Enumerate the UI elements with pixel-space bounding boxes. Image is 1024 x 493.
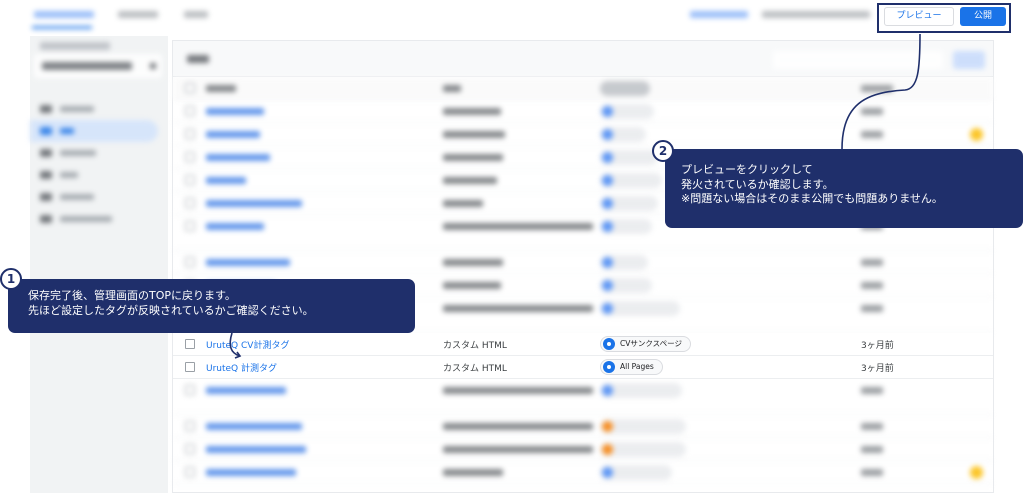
star-icon[interactable] [970,466,983,479]
preview-button[interactable]: プレビュー [884,7,954,26]
table-row[interactable] [173,415,993,438]
tag-type: カスタム HTML [443,341,507,351]
tag-name-link[interactable]: UruteQ CV計測タグ [206,338,289,351]
select-all-checkbox[interactable] [185,83,195,93]
workspace-label [40,42,110,50]
sidebar-item-templates[interactable] [30,208,158,230]
sidebar-item-triggers[interactable] [30,142,158,164]
trigger-icon [40,149,52,157]
table-row[interactable] [173,251,993,274]
sidebar-item-overview[interactable] [30,98,158,120]
last-edited: 3ヶ月前 [861,364,894,374]
card-title [187,55,209,63]
eye-icon [603,361,615,373]
row-checkbox[interactable] [185,339,195,349]
table-header-row [173,77,993,100]
callout-1-line-1: 保存完了後、管理画面のTOPに戻ります。 [28,289,236,302]
table-row[interactable] [173,379,993,415]
table-row[interactable] [173,461,993,484]
publish-button[interactable]: 公開 [960,7,1006,26]
row-checkbox[interactable] [185,362,195,372]
sidebar [30,36,168,493]
overview-icon [40,105,52,113]
callout-2-line-2: 発火されているか確認します。 [681,177,834,191]
trigger-chip[interactable]: All Pages [600,359,663,375]
table-row[interactable]: UruteQ 計測タグ カスタム HTML All Pages 3ヶ月前 [173,356,993,379]
callout-2-line-3: ※問題ない場合はそのまま公開でも問題ありません。 [681,192,943,205]
card-header [173,41,993,77]
table-row[interactable] [173,100,993,123]
trigger-chip[interactable]: CVサンクスページ [600,336,691,352]
star-icon[interactable] [970,128,983,141]
sidebar-item-variables[interactable] [30,164,158,186]
callout-1-line-2: 先ほど設定したタグが反映されているかご確認ください。 [28,303,314,317]
container-id[interactable] [690,11,748,18]
callout-2: プレビューをクリックして 発火されているか確認します。 ※問題ない場合はそのまま… [665,149,1023,228]
template-icon [40,215,52,223]
tag-name-link[interactable]: UruteQ 計測タグ [206,361,277,374]
tag-icon [40,127,52,135]
table-row[interactable] [173,438,993,461]
sidebar-item-tags[interactable] [30,120,158,142]
last-edited: 3ヶ月前 [861,341,894,351]
callout-2-line-1: プレビューをクリックして [681,163,813,176]
variable-icon [40,171,52,179]
tag-type: カスタム HTML [443,364,507,374]
callout-2-number: 2 [652,140,674,162]
eye-icon [603,338,615,350]
table-row[interactable] [173,123,993,146]
workspace-changes [762,11,870,18]
active-tab-indicator [32,26,92,29]
versions-tab[interactable] [118,11,158,18]
search-input[interactable] [773,51,943,69]
callout-1-number: 1 [0,268,22,290]
workspace-select[interactable] [34,54,162,78]
callout-1: 保存完了後、管理画面のTOPに戻ります。 先ほど設定したタグが反映されているかご… [8,279,415,333]
admin-tab[interactable] [184,11,208,18]
new-tag-button[interactable] [953,51,985,69]
workspace-tab[interactable] [34,11,94,18]
table-row[interactable]: UruteQ CV計測タグ カスタム HTML CVサンクスページ 3ヶ月前 [173,333,993,356]
sidebar-item-folders[interactable] [30,186,158,208]
top-bar: プレビュー 公開 [0,0,1024,36]
folder-icon [40,193,52,201]
tags-table-card: UruteQ CV計測タグ カスタム HTML CVサンクスページ 3ヶ月前 U… [172,40,994,493]
